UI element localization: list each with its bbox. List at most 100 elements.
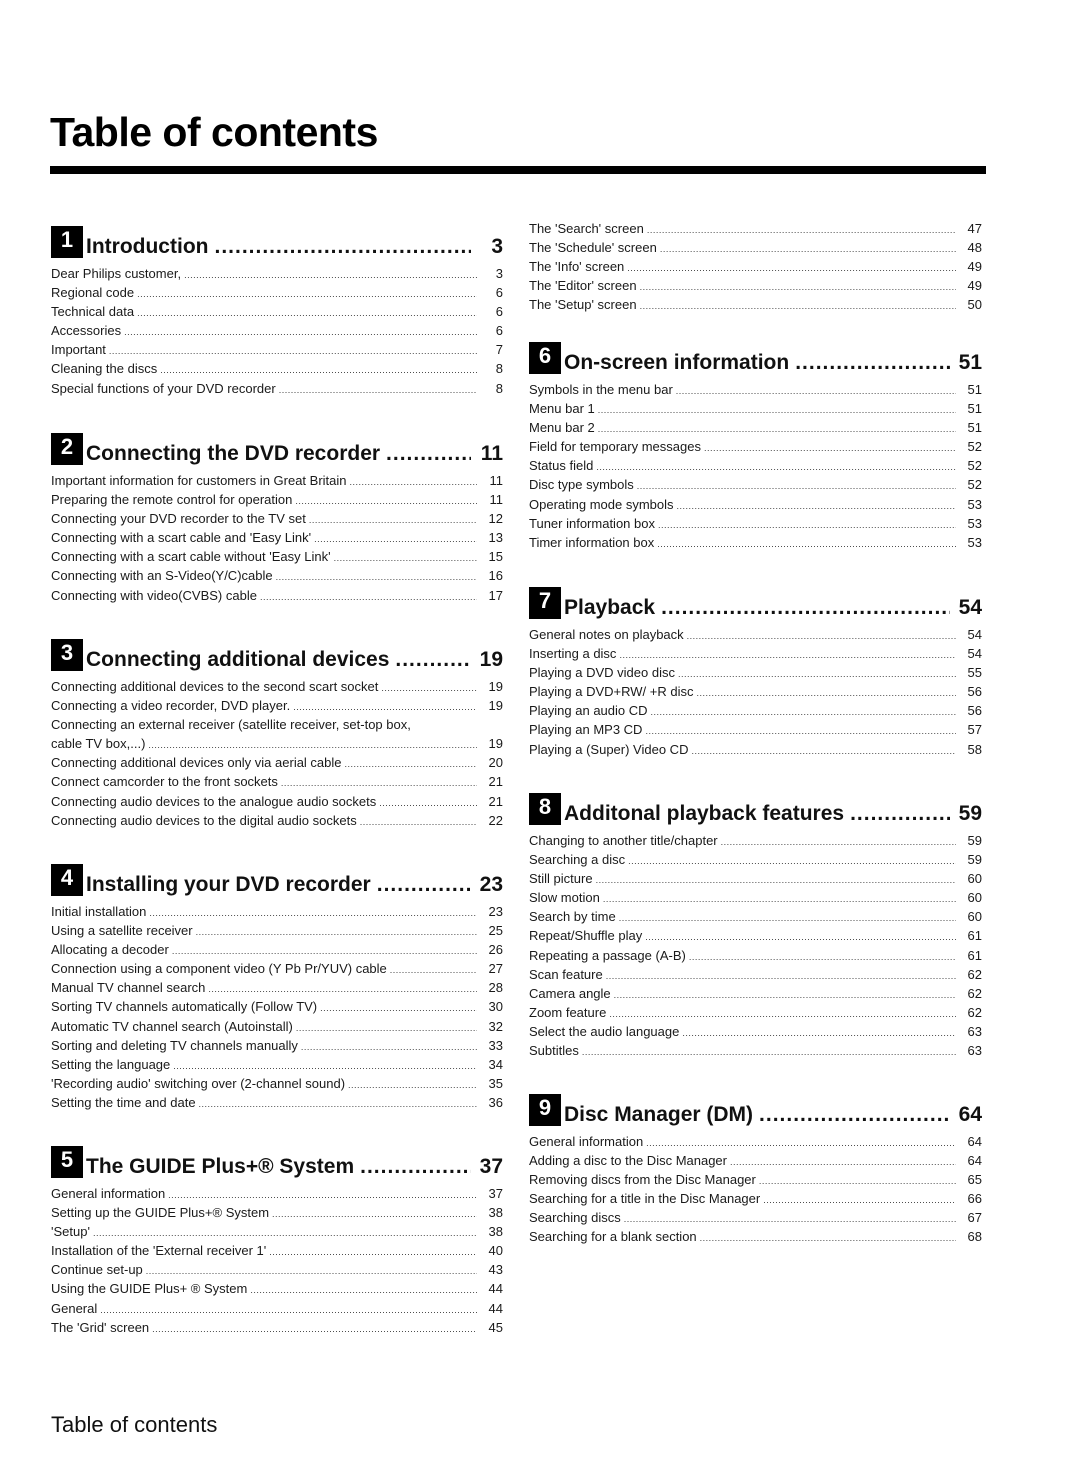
toc-entry[interactable]: Setting up the GUIDE Plus+® System 38 bbox=[51, 1203, 503, 1222]
toc-entry[interactable]: Initial installation 23 bbox=[51, 902, 503, 921]
entry-label[interactable]: Zoom feature bbox=[529, 1003, 606, 1022]
entry-label[interactable]: Setting up the GUIDE Plus+® System bbox=[51, 1203, 269, 1222]
toc-entry[interactable]: Allocating a decoder 26 bbox=[51, 940, 503, 959]
toc-entry[interactable]: Connecting an external receiver (satelli… bbox=[51, 715, 503, 734]
toc-entry[interactable]: General notes on playback 54 bbox=[529, 625, 982, 644]
toc-entry[interactable]: Timer information box 53 bbox=[529, 533, 982, 552]
entry-label[interactable]: Connecting with an S-Video(Y/C)cable bbox=[51, 566, 273, 585]
section-heading[interactable]: 8 Additonal playback features 59 bbox=[529, 791, 982, 825]
entry-label[interactable]: General information bbox=[529, 1132, 643, 1151]
entry-label[interactable]: Continue set-up bbox=[51, 1260, 143, 1279]
section-heading[interactable]: 9 Disc Manager (DM) 64 bbox=[529, 1092, 982, 1126]
entry-label[interactable]: Allocating a decoder bbox=[51, 940, 169, 959]
toc-entry[interactable]: Important information for customers in G… bbox=[51, 471, 503, 490]
toc-entry[interactable]: Disc type symbols 52 bbox=[529, 475, 982, 494]
toc-entry[interactable]: Searching discs 67 bbox=[529, 1208, 982, 1227]
toc-entry[interactable]: Connecting with an S-Video(Y/C)cable 16 bbox=[51, 566, 503, 585]
toc-entry[interactable]: Menu bar 1 51 bbox=[529, 399, 982, 418]
section-heading[interactable]: 1 Introduction 3 bbox=[51, 224, 503, 258]
toc-entry-continuation[interactable]: cable TV box,...) 19 bbox=[51, 734, 503, 753]
section-title[interactable]: Installing your DVD recorder bbox=[86, 874, 371, 896]
toc-entry[interactable]: Searching for a title in the Disc Manage… bbox=[529, 1189, 982, 1208]
entry-label[interactable]: Menu bar 2 bbox=[529, 418, 595, 437]
entry-label[interactable]: Sorting and deleting TV channels manuall… bbox=[51, 1036, 298, 1055]
toc-entry[interactable]: Camera angle 62 bbox=[529, 984, 982, 1003]
entry-label[interactable]: Connect camcorder to the front sockets bbox=[51, 772, 278, 791]
toc-entry[interactable]: Scan feature 62 bbox=[529, 965, 982, 984]
entry-label[interactable]: Dear Philips customer, bbox=[51, 264, 181, 283]
toc-entry[interactable]: Menu bar 2 51 bbox=[529, 418, 982, 437]
entry-label[interactable]: Accessories bbox=[51, 321, 121, 340]
toc-entry[interactable]: Slow motion 60 bbox=[529, 888, 982, 907]
toc-entry[interactable]: Accessories 6 bbox=[51, 321, 503, 340]
toc-entry[interactable]: Connecting additional devices only via a… bbox=[51, 753, 503, 772]
section-heading[interactable]: 6 On-screen information 51 bbox=[529, 340, 982, 374]
entry-label[interactable]: Manual TV channel search bbox=[51, 978, 205, 997]
entry-label[interactable]: Changing to another title/chapter bbox=[529, 831, 718, 850]
section-heading[interactable]: 7 Playback 54 bbox=[529, 585, 982, 619]
toc-entry[interactable]: Preparing the remote control for operati… bbox=[51, 490, 503, 509]
section-heading[interactable]: 4 Installing your DVD recorder 23 bbox=[51, 862, 503, 896]
toc-entry[interactable]: Automatic TV channel search (Autoinstall… bbox=[51, 1017, 503, 1036]
entry-label[interactable]: Camera angle bbox=[529, 984, 611, 1003]
entry-label[interactable]: Searching for a title in the Disc Manage… bbox=[529, 1189, 760, 1208]
entry-label[interactable]: Automatic TV channel search (Autoinstall… bbox=[51, 1017, 293, 1036]
entry-label[interactable]: The 'Grid' screen bbox=[51, 1318, 149, 1337]
entry-label[interactable]: Playing an MP3 CD bbox=[529, 720, 642, 739]
entry-label[interactable]: Connecting with a scart cable without 'E… bbox=[51, 547, 331, 566]
toc-entry[interactable]: Searching for a blank section 68 bbox=[529, 1227, 982, 1246]
toc-entry[interactable]: Subtitles 63 bbox=[529, 1041, 982, 1060]
entry-label[interactable]: Connection using a component video (Y Pb… bbox=[51, 959, 387, 978]
toc-entry[interactable]: Connecting a video recorder, DVD player.… bbox=[51, 696, 503, 715]
entry-label[interactable]: Setting the language bbox=[51, 1055, 170, 1074]
entry-label[interactable]: Subtitles bbox=[529, 1041, 579, 1060]
entry-label[interactable]: The 'Setup' screen bbox=[529, 295, 637, 314]
entry-label[interactable]: Adding a disc to the Disc Manager bbox=[529, 1151, 727, 1170]
toc-entry[interactable]: Repeat/Shuffle play 61 bbox=[529, 926, 982, 945]
toc-entry[interactable]: Connection using a component video (Y Pb… bbox=[51, 959, 503, 978]
toc-entry[interactable]: Still picture 60 bbox=[529, 869, 982, 888]
toc-entry[interactable]: 'Recording audio' switching over (2-chan… bbox=[51, 1074, 503, 1093]
section-title[interactable]: Additonal playback features bbox=[564, 803, 844, 825]
entry-label[interactable]: Symbols in the menu bar bbox=[529, 380, 673, 399]
entry-label[interactable]: Using the GUIDE Plus+ ® System bbox=[51, 1279, 247, 1298]
entry-label[interactable]: Connecting with video(CVBS) cable bbox=[51, 586, 257, 605]
entry-label[interactable]: Menu bar 1 bbox=[529, 399, 595, 418]
entry-label[interactable]: Searching discs bbox=[529, 1208, 621, 1227]
toc-entry[interactable]: General information 37 bbox=[51, 1184, 503, 1203]
entry-label[interactable]: Connecting audio devices to the digital … bbox=[51, 811, 357, 830]
toc-entry[interactable]: Playing a (Super) Video CD 58 bbox=[529, 740, 982, 759]
toc-entry[interactable]: Connecting audio devices to the analogue… bbox=[51, 792, 503, 811]
toc-entry[interactable]: Playing an MP3 CD 57 bbox=[529, 720, 982, 739]
section-title[interactable]: Disc Manager (DM) bbox=[564, 1104, 753, 1126]
toc-entry[interactable]: Continue set-up 43 bbox=[51, 1260, 503, 1279]
toc-entry[interactable]: The 'Search' screen 47 bbox=[529, 219, 982, 238]
toc-entry[interactable]: Select the audio language 63 bbox=[529, 1022, 982, 1041]
entry-label[interactable]: Important bbox=[51, 340, 106, 359]
section-title[interactable]: Connecting additional devices bbox=[86, 649, 389, 671]
toc-entry[interactable]: The 'Schedule' screen 48 bbox=[529, 238, 982, 257]
toc-entry[interactable]: Using the GUIDE Plus+ ® System 44 bbox=[51, 1279, 503, 1298]
entry-label[interactable]: Connecting audio devices to the analogue… bbox=[51, 792, 376, 811]
entry-label[interactable]: Regional code bbox=[51, 283, 134, 302]
entry-label[interactable]: Special functions of your DVD recorder bbox=[51, 379, 276, 398]
toc-entry[interactable]: General 44 bbox=[51, 1299, 503, 1318]
entry-label[interactable]: Initial installation bbox=[51, 902, 146, 921]
toc-entry[interactable]: Connecting with video(CVBS) cable 17 bbox=[51, 586, 503, 605]
entry-label[interactable]: Connecting with a scart cable and 'Easy … bbox=[51, 528, 311, 547]
entry-label[interactable]: Tuner information box bbox=[529, 514, 655, 533]
toc-entry[interactable]: Manual TV channel search 28 bbox=[51, 978, 503, 997]
toc-entry[interactable]: Cleaning the discs 8 bbox=[51, 359, 503, 378]
entry-label[interactable]: Status field bbox=[529, 456, 593, 475]
toc-entry[interactable]: Special functions of your DVD recorder 8 bbox=[51, 379, 503, 398]
entry-label[interactable]: 'Recording audio' switching over (2-chan… bbox=[51, 1074, 345, 1093]
toc-entry[interactable]: Adding a disc to the Disc Manager 64 bbox=[529, 1151, 982, 1170]
entry-label[interactable]: Cleaning the discs bbox=[51, 359, 157, 378]
section-title[interactable]: On-screen information bbox=[564, 352, 789, 374]
toc-entry[interactable]: Dear Philips customer, 3 bbox=[51, 264, 503, 283]
toc-entry[interactable]: Regional code 6 bbox=[51, 283, 503, 302]
section-heading[interactable]: 5 The GUIDE Plus+® System 37 bbox=[51, 1144, 503, 1178]
entry-label[interactable]: The 'Schedule' screen bbox=[529, 238, 657, 257]
entry-label[interactable]: General information bbox=[51, 1184, 165, 1203]
toc-entry[interactable]: Setting the time and date 36 bbox=[51, 1093, 503, 1112]
